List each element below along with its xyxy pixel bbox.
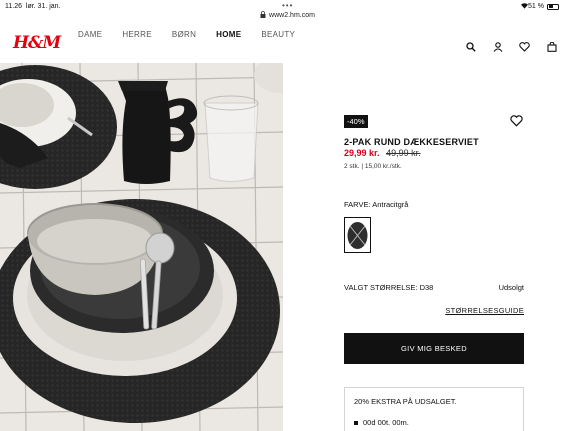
sale-price: 29,99 kr.	[344, 148, 380, 158]
availability-status: Udsolgt	[498, 283, 524, 292]
nav-item-born[interactable]: BØRN	[172, 30, 196, 39]
site-header: H&M DAME HERRE BØRN HOME BEAUTY	[0, 25, 575, 63]
battery-indicator: 51 %	[528, 3, 559, 10]
tab-dots-icon[interactable]: •••	[282, 1, 293, 10]
product-title: 2-PAK RUND DÆKKESERVIET	[344, 137, 479, 147]
nav-item-herre[interactable]: HERRE	[122, 30, 152, 39]
price-row: 29,99 kr. 49,99 kr.	[344, 148, 421, 158]
bag-icon[interactable]	[543, 38, 560, 55]
selected-size-label: VALGT STØRRELSE: D38	[344, 283, 434, 292]
unit-price-info: 2 stk. | 15,00 kr./stk.	[344, 163, 402, 170]
main-nav: DAME HERRE BØRN HOME BEAUTY	[78, 30, 315, 39]
size-guide-link[interactable]: STØRRELSESGUIDE	[445, 306, 524, 315]
url-text[interactable]: www2.hm.com	[269, 12, 315, 19]
battery-percent: 51 %	[528, 3, 544, 10]
color-label: FARVE: Antracitgrå	[344, 200, 409, 209]
color-swatch-antracitgra[interactable]	[344, 217, 371, 253]
favorite-heart-icon[interactable]	[510, 114, 524, 128]
nav-item-dame[interactable]: DAME	[78, 30, 102, 39]
nav-item-beauty[interactable]: BEAUTY	[261, 30, 295, 39]
discount-badge: -40%	[344, 115, 368, 128]
product-photo-illustration	[0, 63, 283, 431]
notify-me-button[interactable]: GIV MIG BESKED	[344, 333, 524, 364]
promo-countdown: 00d 00t. 00m.	[363, 418, 409, 427]
battery-icon	[547, 3, 559, 10]
promo-countdown-row: 00d 00t. 00m.	[354, 418, 514, 427]
hm-logo[interactable]: H&M	[13, 33, 61, 53]
search-icon[interactable]	[462, 38, 479, 55]
lock-icon	[260, 11, 266, 20]
favorites-icon[interactable]	[516, 38, 533, 55]
original-price: 49,99 kr.	[386, 148, 421, 158]
placemat-swatch-icon	[347, 221, 368, 249]
header-icons	[462, 38, 560, 55]
status-time: 11.26 lør. 31. jan.	[5, 3, 61, 10]
product-image[interactable]	[0, 63, 283, 431]
bullet-icon	[354, 420, 358, 425]
promo-title: 20% EKSTRA PÅ UDSALGET.	[354, 397, 457, 406]
address-bar[interactable]: www2.hm.com	[0, 11, 575, 20]
account-icon[interactable]	[489, 38, 506, 55]
promo-box: 20% EKSTRA PÅ UDSALGET. 00d 00t. 00m.	[344, 387, 524, 431]
nav-item-home[interactable]: HOME	[216, 30, 241, 39]
